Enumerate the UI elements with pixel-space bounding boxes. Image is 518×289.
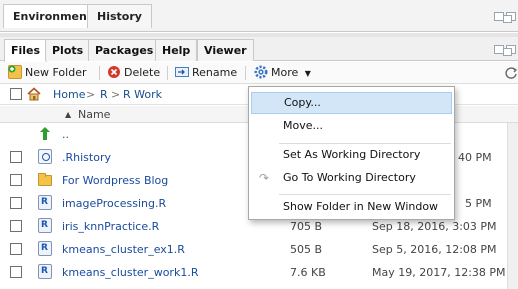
tab-plots[interactable]: Plots	[45, 39, 91, 61]
breadcrumb-r-work[interactable]: R Work	[123, 87, 162, 103]
toolbar-separator	[245, 66, 246, 80]
files-toolbar: New Folder Delete Rename More ▼	[0, 62, 518, 84]
breadcrumb-separator: >	[86, 88, 96, 101]
rename-label: Rename	[192, 66, 238, 79]
table-row[interactable]: kmeans_cluster_work1.R 7.6 KB May 19, 20…	[0, 261, 518, 284]
file-modified: May 19, 2017, 12:38 PM	[372, 266, 506, 279]
maximize-files-pane-icon[interactable]	[503, 45, 516, 56]
file-modified: 5 PM	[465, 197, 492, 210]
row-checkbox[interactable]	[10, 197, 22, 209]
file-size: 7.6 KB	[290, 266, 326, 279]
name-column-header[interactable]: Name	[78, 107, 110, 122]
file-name[interactable]: imageProcessing.R	[62, 196, 166, 212]
refresh-icon[interactable]	[505, 66, 518, 80]
more-button[interactable]: More ▼	[254, 65, 311, 81]
menu-item-go-to-working-directory[interactable]: ↷ Go To Working Directory	[251, 167, 452, 189]
r-file-icon	[38, 195, 52, 210]
file-name[interactable]: kmeans_cluster_work1.R	[62, 265, 198, 281]
more-label: More	[271, 66, 299, 79]
delete-label: Delete	[124, 66, 161, 79]
menu-item-show-folder-new-window[interactable]: Show Folder in New Window	[251, 196, 452, 218]
rename-button[interactable]: Rename	[175, 65, 237, 81]
toolbar-separator	[99, 66, 100, 80]
menu-item-move[interactable]: Move...	[251, 115, 452, 137]
file-modified: Sep 5, 2016, 12:08 PM	[372, 243, 497, 256]
tab-files[interactable]: Files	[4, 39, 48, 62]
file-modified: Sep 18, 2016, 3:03 PM	[372, 220, 497, 233]
row-checkbox[interactable]	[10, 174, 22, 186]
breadcrumb-home[interactable]: Home	[53, 87, 85, 103]
file-size: 505 B	[290, 243, 323, 256]
delete-button[interactable]: Delete	[107, 65, 160, 81]
table-row[interactable]: kmeans_cluster_ex1.R 505 B Sep 5, 2016, …	[0, 238, 518, 261]
tab-help[interactable]: Help	[155, 39, 198, 61]
go-to-working-directory-label: Go To Working Directory	[283, 171, 416, 184]
menu-separator	[279, 194, 451, 195]
breadcrumb-separator: >	[111, 88, 121, 101]
file-name[interactable]: ..	[62, 127, 69, 143]
folder-icon	[38, 173, 52, 186]
r-file-icon	[38, 264, 52, 279]
vertical-scrollbar[interactable]	[507, 123, 518, 289]
row-checkbox[interactable]	[10, 151, 22, 163]
r-file-icon	[38, 241, 52, 256]
new-folder-label: New Folder	[25, 66, 87, 79]
file-size: 705 B	[290, 220, 323, 233]
file-modified: 40 PM	[458, 151, 492, 164]
file-name[interactable]: kmeans_cluster_ex1.R	[62, 242, 185, 258]
row-checkbox[interactable]	[10, 243, 22, 255]
home-icon[interactable]	[27, 87, 41, 101]
delete-icon	[107, 65, 121, 79]
tab-packages[interactable]: Packages	[88, 39, 161, 61]
file-name[interactable]: .Rhistory	[62, 150, 111, 166]
top-pane-tabbar: Environment History	[0, 0, 518, 32]
file-name[interactable]: iris_knnPractice.R	[62, 219, 159, 235]
files-pane-tabbar: Files Plots Packages Help Viewer	[0, 37, 518, 62]
menu-item-copy[interactable]: Copy...	[251, 92, 452, 114]
more-dropdown-menu: Copy... Move... Set As Working Directory…	[248, 86, 455, 220]
toolbar-separator	[167, 66, 168, 80]
maximize-pane-icon[interactable]	[503, 12, 516, 23]
select-all-checkbox[interactable]	[10, 88, 22, 100]
tab-viewer[interactable]: Viewer	[197, 39, 254, 61]
go-arrow-icon: ↷	[259, 171, 270, 185]
history-file-icon	[38, 149, 52, 164]
row-checkbox[interactable]	[10, 220, 22, 232]
rename-icon	[175, 65, 189, 79]
r-file-icon	[38, 218, 52, 233]
breadcrumb-r[interactable]: R	[100, 87, 108, 103]
up-arrow-icon	[38, 126, 52, 141]
chevron-down-icon: ▼	[304, 69, 311, 78]
new-folder-icon	[8, 65, 22, 79]
gear-icon	[254, 65, 268, 79]
new-folder-button[interactable]: New Folder	[8, 65, 86, 81]
file-name[interactable]: For Wordpress Blog	[62, 173, 168, 189]
sort-asc-icon: ▲	[65, 110, 72, 119]
tab-history[interactable]: History	[87, 4, 152, 28]
menu-item-set-working-directory[interactable]: Set As Working Directory	[251, 144, 452, 166]
row-checkbox[interactable]	[10, 266, 22, 278]
